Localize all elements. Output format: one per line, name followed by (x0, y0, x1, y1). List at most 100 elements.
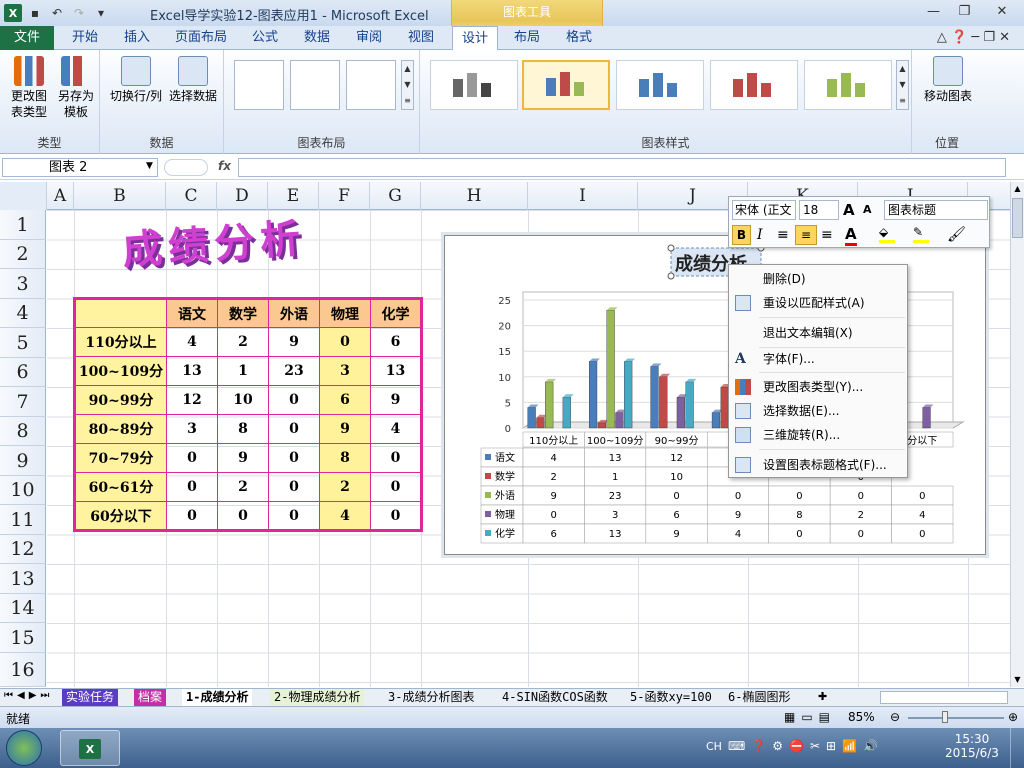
tab-format[interactable]: 格式 (556, 26, 602, 50)
sheet-tab-1[interactable]: 1-成绩分析 (182, 689, 253, 706)
table-cell[interactable]: 0 (217, 501, 269, 531)
col-header-f[interactable]: F (319, 182, 370, 210)
select-data-button[interactable]: 选择数据 (166, 50, 220, 104)
table-cell[interactable]: 9 (370, 385, 422, 415)
menu-3d-rotation[interactable]: 三维旋转(R)... (729, 423, 907, 447)
table-cell[interactable]: 0 (370, 443, 422, 473)
close-icon[interactable]: ✕ (980, 0, 1024, 22)
menu-exit-text-edit[interactable]: 退出文本编辑(X) (729, 321, 907, 345)
table-row-label[interactable]: 110分以上 (74, 327, 167, 357)
table-cell[interactable]: 0 (166, 501, 218, 531)
save-icon[interactable]: ▪ (26, 4, 44, 22)
tab-data[interactable]: 数据 (294, 26, 340, 50)
table-cell[interactable]: 0 (268, 472, 320, 502)
table-cell[interactable]: 10 (217, 385, 269, 415)
table-cell[interactable]: 9 (268, 327, 320, 357)
table-cell[interactable]: 0 (166, 443, 218, 473)
ribbon-help-icons[interactable]: △ ❓ ─ ❐ ✕ (916, 26, 1016, 50)
layouts-scroll[interactable]: ▲ ▼ ≡ (401, 60, 414, 110)
formula-slider[interactable] (164, 159, 208, 176)
redo-icon[interactable]: ↷ (70, 4, 88, 22)
style-thumb-green[interactable] (804, 60, 892, 110)
table-cell[interactable]: 6 (319, 385, 371, 415)
table-cell[interactable]: 0 (166, 472, 218, 502)
grow-font-icon[interactable]: A (843, 201, 855, 219)
outline-color-icon[interactable]: ✎ (913, 225, 929, 243)
table-cell[interactable]: 0 (319, 327, 371, 357)
menu-delete[interactable]: 删除(D) (729, 267, 907, 291)
zoom-level[interactable]: 85% (848, 710, 875, 724)
taskbar-excel-button[interactable]: X (60, 730, 120, 766)
table-header-cell[interactable]: 物理 (319, 298, 371, 328)
move-chart-button[interactable]: 移动图表 (918, 50, 978, 104)
table-cell[interactable]: 0 (268, 414, 320, 444)
row-header-7[interactable]: 7 (0, 387, 46, 417)
table-cell[interactable]: 4 (370, 414, 422, 444)
style-thumb-gray[interactable] (430, 60, 518, 110)
row-header-12[interactable]: 12 (0, 535, 46, 564)
sheet-tab-4[interactable]: 4-SIN函数COS函数 (498, 689, 612, 706)
row-header-14[interactable]: 14 (0, 594, 46, 623)
lang-indicator[interactable]: CH (706, 740, 722, 753)
col-header-i[interactable]: I (528, 182, 638, 210)
font-name-select[interactable]: 宋体 (正文 (732, 200, 796, 220)
row-header-1[interactable]: 1 (0, 210, 46, 240)
row-header-3[interactable]: 3 (0, 269, 46, 299)
col-header-a[interactable]: A (47, 182, 74, 210)
vertical-scrollbar[interactable]: ▲ ▼ (1010, 182, 1024, 687)
table-cell[interactable]: 13 (370, 356, 422, 386)
row-header-9[interactable]: 9 (0, 446, 46, 476)
table-cell[interactable]: 8 (319, 443, 371, 473)
insert-sheet-icon[interactable]: ✚ (818, 690, 827, 703)
zoom-thumb[interactable] (942, 711, 948, 723)
table-cell[interactable]: 0 (268, 501, 320, 531)
select-all-corner[interactable] (0, 182, 47, 210)
col-header-g[interactable]: G (370, 182, 421, 210)
table-cell[interactable]: 3 (166, 414, 218, 444)
table-cell[interactable]: 2 (217, 327, 269, 357)
menu-select-data[interactable]: 选择数据(E)... (729, 399, 907, 423)
row-header-11[interactable]: 11 (0, 505, 46, 535)
show-desktop-button[interactable] (1010, 728, 1024, 768)
style-thumb-blue[interactable] (616, 60, 704, 110)
name-box-dropdown-icon[interactable]: ▼ (146, 161, 153, 171)
tab-insert[interactable]: 插入 (114, 26, 160, 50)
view-buttons[interactable]: ▦▭▤ (784, 710, 836, 724)
col-header-h[interactable]: H (421, 182, 528, 210)
scroll-thumb[interactable] (1012, 198, 1023, 238)
row-header-13[interactable]: 13 (0, 564, 46, 594)
table-header-cell[interactable] (74, 298, 167, 328)
table-cell[interactable]: 13 (166, 356, 218, 386)
save-as-template-button[interactable]: 另存为模板 (54, 50, 98, 120)
row-header-15[interactable]: 15 (0, 623, 46, 653)
styles-scroll[interactable]: ▲ ▼ ≡ (896, 60, 909, 110)
name-box[interactable]: 图表 2 (2, 158, 158, 177)
table-cell[interactable]: 4 (319, 501, 371, 531)
bold-icon[interactable]: B (732, 225, 751, 245)
table-row-label[interactable]: 90~99分 (74, 385, 167, 415)
table-cell[interactable]: 8 (217, 414, 269, 444)
table-cell[interactable]: 0 (268, 385, 320, 415)
change-chart-type-button[interactable]: 更改图表类型 (4, 50, 54, 120)
table-cell[interactable]: 0 (268, 443, 320, 473)
table-row-label[interactable]: 60~61分 (74, 472, 167, 502)
fill-color-icon[interactable]: ⬙ (879, 225, 895, 243)
table-cell[interactable]: 0 (370, 472, 422, 502)
scroll-down-icon[interactable]: ▼ (1011, 673, 1024, 687)
row-header-10[interactable]: 10 (0, 476, 46, 505)
table-header-cell[interactable]: 数学 (217, 298, 269, 328)
col-header-d[interactable]: D (217, 182, 268, 210)
table-cell[interactable]: 1 (217, 356, 269, 386)
sheet-tab-2[interactable]: 2-物理成绩分析 (270, 689, 365, 706)
start-button-icon[interactable] (6, 730, 42, 766)
table-cell[interactable]: 6 (370, 327, 422, 357)
chart-element-select[interactable]: 图表标题 (884, 200, 988, 220)
table-cell[interactable]: 2 (319, 472, 371, 502)
table-cell[interactable]: 9 (319, 414, 371, 444)
layout-thumb-3[interactable] (346, 60, 396, 110)
minimize-icon[interactable]: — (918, 0, 949, 22)
row-header-16[interactable]: 16 (0, 653, 46, 687)
scroll-up-icon[interactable]: ▲ (1011, 182, 1024, 196)
table-row-label[interactable]: 60分以下 (74, 501, 167, 531)
menu-font[interactable]: A 字体(F)... (729, 347, 907, 371)
